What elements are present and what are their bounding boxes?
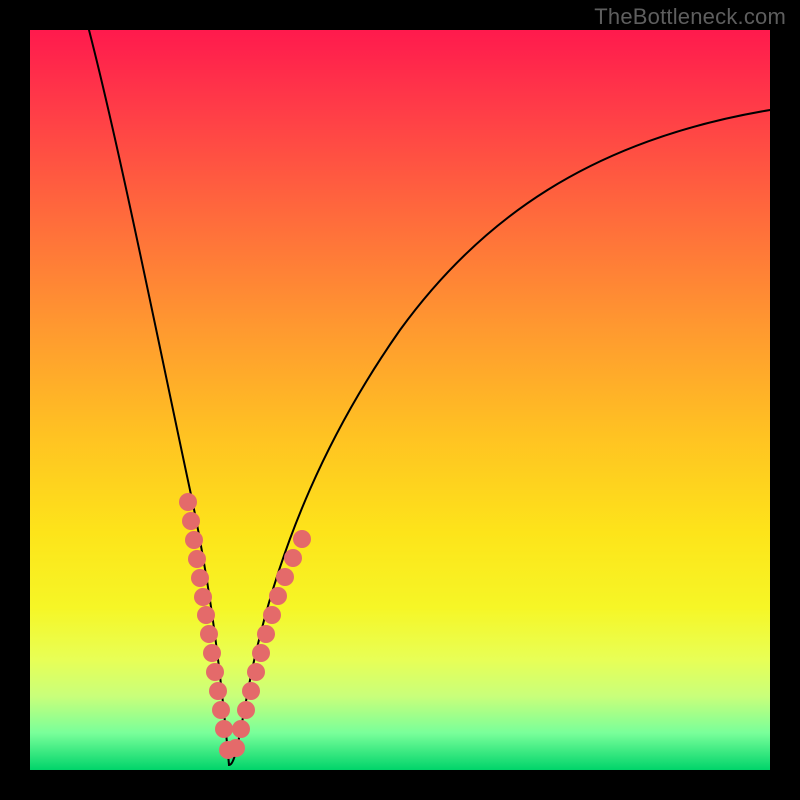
data-bead [206, 663, 224, 681]
data-bead [179, 493, 197, 511]
attribution-text: TheBottleneck.com [594, 4, 786, 30]
data-bead [188, 550, 206, 568]
data-bead [200, 625, 218, 643]
data-bead [212, 701, 230, 719]
data-bead [263, 606, 281, 624]
data-bead [185, 531, 203, 549]
data-bead [194, 588, 212, 606]
data-bead [257, 625, 275, 643]
data-bead [276, 568, 294, 586]
data-bead [191, 569, 209, 587]
bottleneck-curve [89, 30, 770, 765]
data-bead [237, 701, 255, 719]
chart-frame: TheBottleneck.com [0, 0, 800, 800]
data-bead [203, 644, 221, 662]
curve-layer [89, 30, 770, 765]
data-bead [252, 644, 270, 662]
data-bead [247, 663, 265, 681]
data-bead [242, 682, 260, 700]
chart-svg [30, 30, 770, 770]
data-bead [293, 530, 311, 548]
data-bead [215, 720, 233, 738]
data-bead [227, 739, 245, 757]
chart-plot-area [30, 30, 770, 770]
data-bead [269, 587, 287, 605]
data-bead [284, 549, 302, 567]
bead-layer [179, 493, 311, 759]
data-bead [197, 606, 215, 624]
data-bead [182, 512, 200, 530]
data-bead [232, 720, 250, 738]
data-bead [209, 682, 227, 700]
